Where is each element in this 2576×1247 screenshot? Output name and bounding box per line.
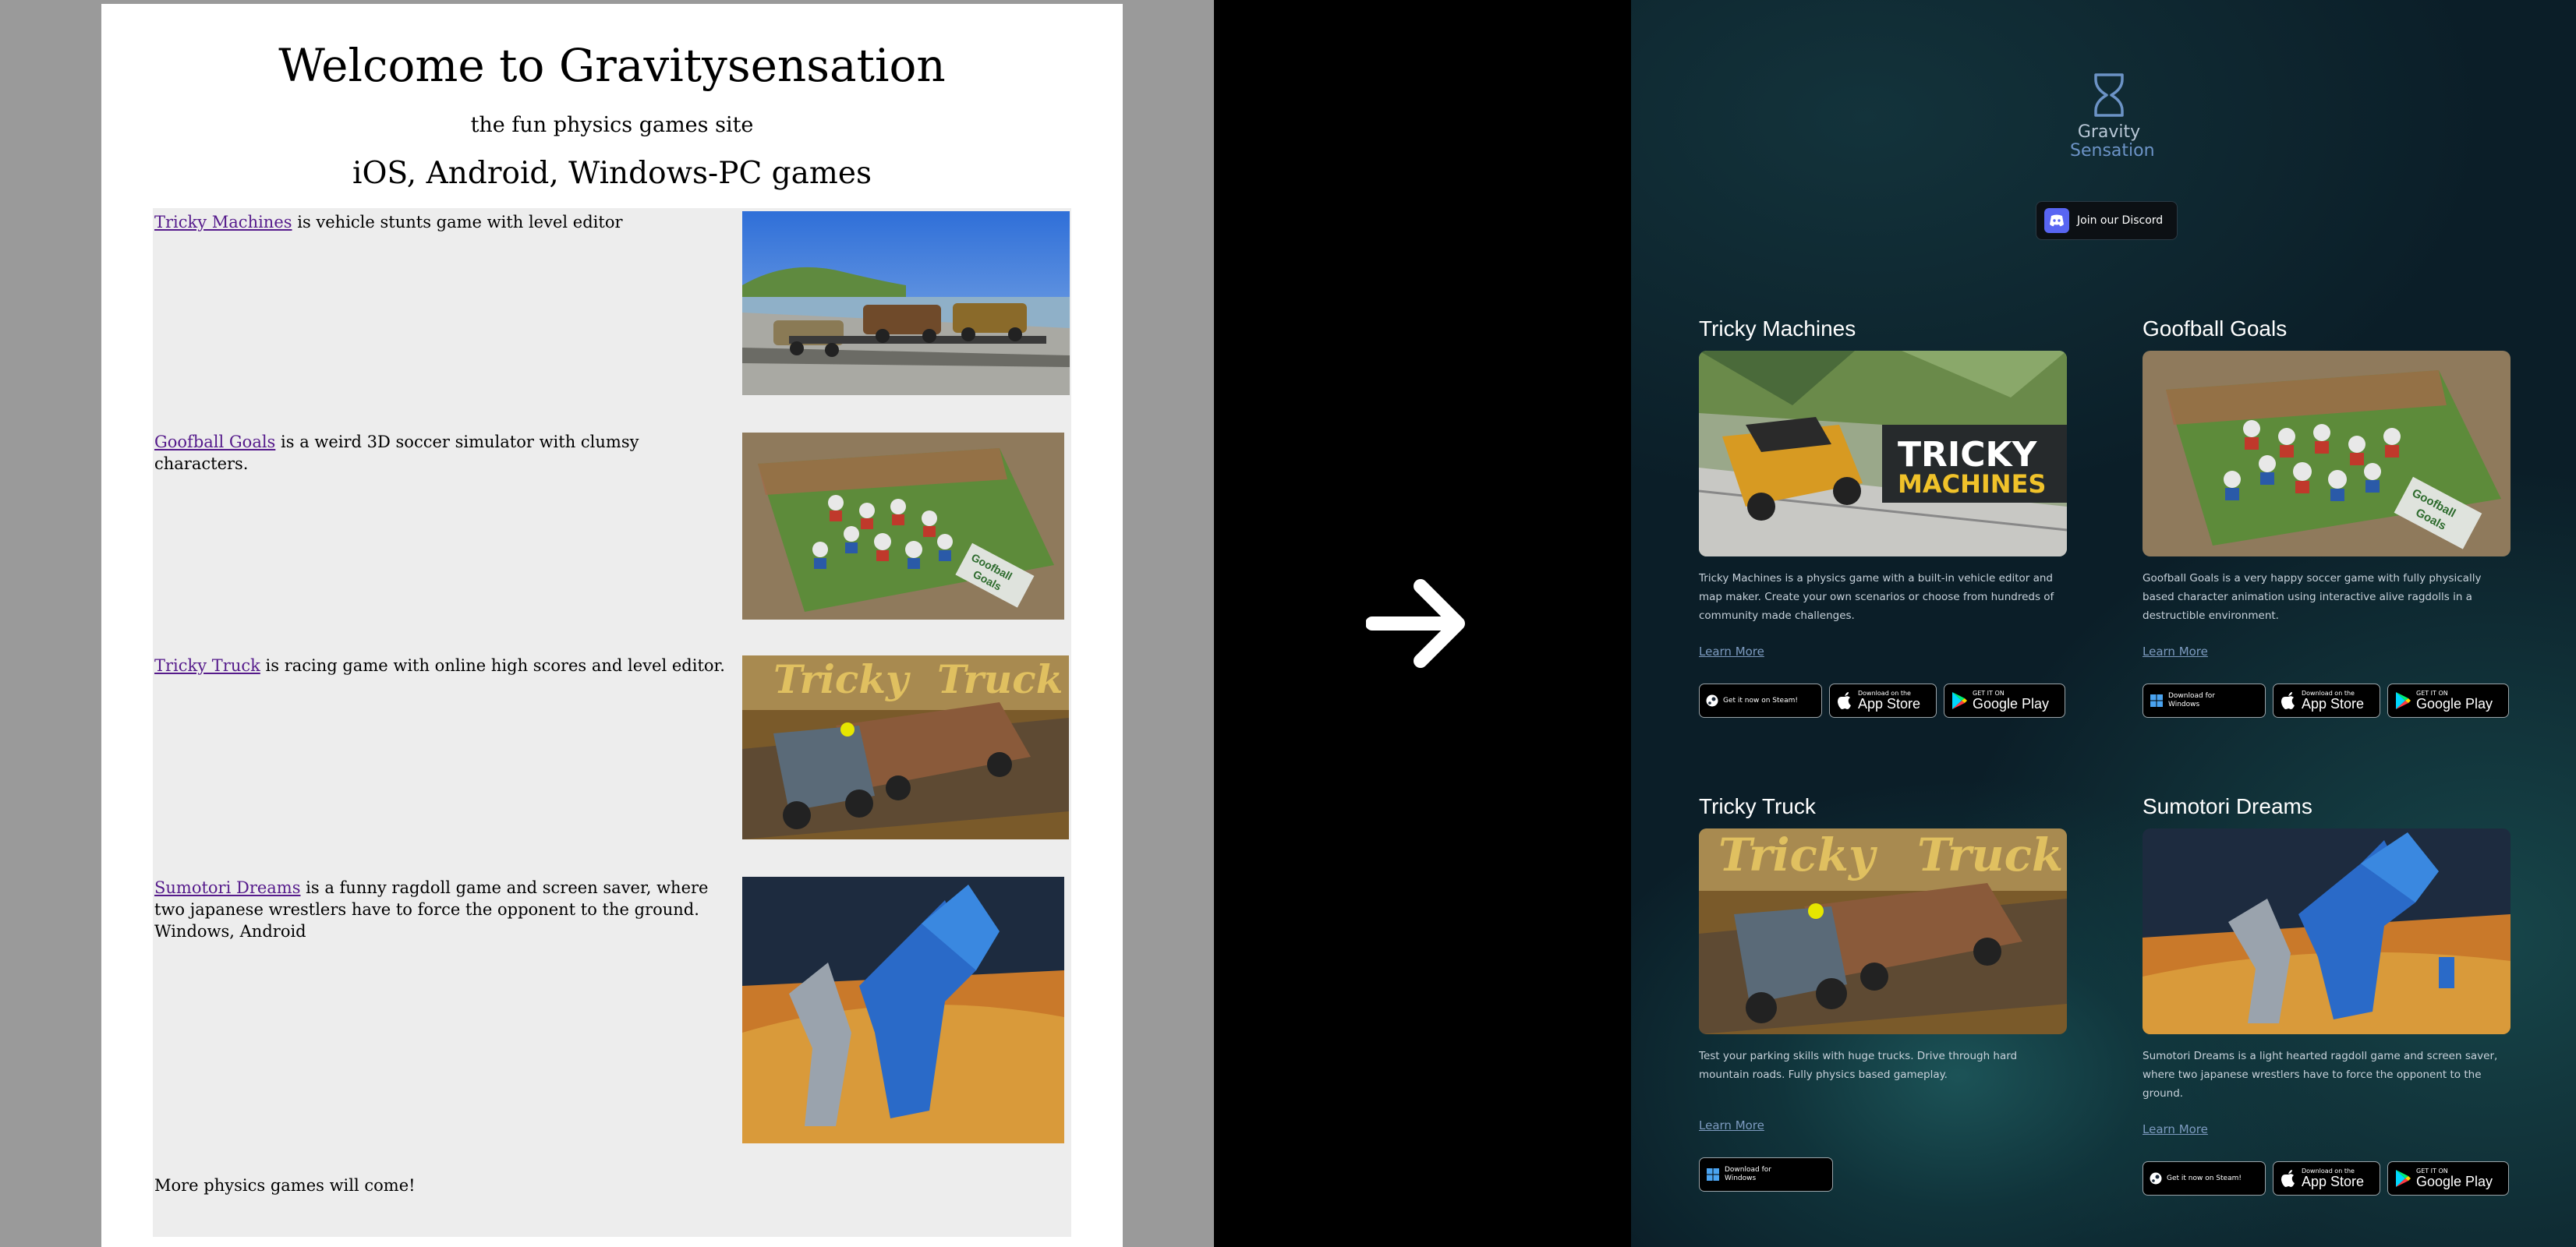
app-store-badge[interactable]: Download on the App Store — [2273, 1161, 2380, 1196]
windows-icon — [1707, 1168, 1719, 1181]
card-description: Tricky Machines is a physics game with a… — [1699, 572, 2054, 622]
old-site-title: Welcome to Gravitysensation — [278, 39, 946, 92]
old-site-platforms: iOS, Android, Windows-PC games — [352, 156, 872, 191]
store-badges: Get it now on Steam! Download on the App … — [1699, 684, 2065, 718]
steam-badge-label: Get it now on Steam! — [1723, 696, 1798, 705]
apple-icon — [1838, 692, 1851, 709]
app-store-big: App Store — [2302, 696, 2365, 712]
card-title: Tricky Machines — [1699, 316, 1856, 341]
learn-more-link[interactable]: Learn More — [1699, 1118, 1764, 1132]
old-link-sumotori-dreams[interactable]: Sumotori Dreams — [154, 878, 301, 897]
old-image-tricky-truck: Tricky Truck — [742, 655, 1069, 839]
old-link-goofball-goals[interactable]: Goofball Goals — [154, 433, 275, 451]
windows-download-badge[interactable]: Download for Windows — [1699, 1157, 1833, 1192]
google-play-icon — [2396, 692, 2411, 709]
steam-icon — [2150, 1172, 2162, 1185]
learn-more-link[interactable]: Learn More — [1699, 645, 1764, 659]
old-site-page: Welcome to Gravitysensation the fun phys… — [101, 4, 1123, 1247]
old-game-platforms: Windows, Android — [154, 922, 306, 941]
card-description: Test your parking skills with huge truck… — [1699, 1050, 2018, 1081]
steam-badge-label: Get it now on Steam! — [2167, 1174, 2242, 1182]
discord-icon — [2044, 208, 2069, 233]
windows-icon — [2150, 694, 2163, 707]
card-title: Goofball Goals — [2143, 316, 2288, 341]
tt-logo-1: Tricky — [1718, 828, 1878, 881]
app-store-badge[interactable]: Download on the App Store — [1829, 684, 1937, 718]
app-store-big: App Store — [1858, 696, 1921, 712]
old-game-row-goofball-goals: Goofball Goals is a weird 3D soccer simu… — [154, 431, 735, 475]
logo-text-gravity: Gravity — [2077, 122, 2141, 142]
old-image-tricky-machines — [742, 211, 1070, 395]
discord-button[interactable]: Join our Discord — [2036, 201, 2178, 240]
arrow-right-icon — [1366, 579, 1465, 668]
google-play-big: Google Play — [2416, 1174, 2493, 1189]
steam-badge[interactable]: Get it now on Steam! — [2143, 1161, 2266, 1196]
old-game-row-sumotori-dreams: Sumotori Dreams is a funny ragdoll game … — [154, 877, 735, 942]
old-game-desc: is racing game with online high scores a… — [260, 656, 725, 675]
old-image-goofball-goals: Goofball Goals — [742, 433, 1064, 620]
game-card-sumotori-dreams: Sumotori Dreams Sumotori Dreams is a lig… — [2143, 793, 2511, 1199]
old-games-table: Tricky Machines is vehicle stunts game w… — [153, 208, 1071, 1237]
apple-icon — [2281, 692, 2295, 709]
card-image-sumotori-dreams[interactable] — [2143, 828, 2511, 1034]
card-description: Goofball Goals is a very happy soccer ga… — [2143, 572, 2482, 622]
old-truck-logo-1: Tricky — [773, 656, 911, 702]
card-image-tricky-machines[interactable]: TRICKY MACHINES — [1699, 351, 2067, 556]
windows-badge-line1: Download for — [2168, 692, 2215, 700]
google-play-badge[interactable]: GET IT ON Google Play — [2387, 1161, 2509, 1196]
learn-more-link[interactable]: Learn More — [2143, 1122, 2208, 1136]
old-link-tricky-truck[interactable]: Tricky Truck — [154, 656, 260, 675]
google-play-icon — [2396, 1170, 2411, 1187]
tm-logo-text-2: MACHINES — [1898, 469, 2046, 499]
windows-badge-line2: Windows — [2168, 701, 2200, 708]
old-site-subtitle: the fun physics games site — [470, 113, 754, 137]
store-badges: Get it now on Steam! Download on the App … — [2143, 1161, 2509, 1196]
app-store-badge[interactable]: Download on the App Store — [2273, 684, 2380, 718]
google-play-badge[interactable]: GET IT ON Google Play — [1944, 684, 2065, 718]
old-link-tricky-machines[interactable]: Tricky Machines — [154, 213, 292, 231]
discord-button-label: Join our Discord — [2077, 214, 2164, 227]
google-play-icon — [1952, 692, 1967, 709]
old-image-sumotori-dreams — [742, 877, 1064, 1143]
old-truck-logo-2: Truck — [937, 656, 1063, 702]
tt-logo-2: Truck — [1917, 828, 2063, 881]
site-logo[interactable]: Gravity Sensation — [2070, 72, 2155, 161]
windows-badge-line2: Windows — [1725, 1175, 1757, 1182]
google-play-badge[interactable]: GET IT ON Google Play — [2387, 684, 2509, 718]
card-title: Sumotori Dreams — [2143, 794, 2312, 818]
app-store-big: App Store — [2302, 1174, 2365, 1189]
learn-more-link[interactable]: Learn More — [2143, 645, 2208, 659]
google-play-big: Google Play — [1973, 696, 2050, 712]
old-game-row-tricky-machines: Tricky Machines is vehicle stunts game w… — [154, 211, 735, 233]
old-more-games-text: More physics games will come! — [154, 1176, 416, 1195]
old-game-desc: is vehicle stunts game with level editor — [292, 213, 623, 231]
google-play-big: Google Play — [2416, 696, 2493, 712]
card-description: Sumotori Dreams is a light hearted ragdo… — [2143, 1050, 2498, 1100]
new-site: Gravity Sensation Join our Discord Trick… — [1631, 0, 2576, 1247]
steam-badge[interactable]: Get it now on Steam! — [1699, 684, 1822, 718]
store-badges: Download for Windows Download on the App S… — [2143, 684, 2509, 718]
card-image-tricky-truck[interactable]: Tricky Truck — [1699, 828, 2067, 1034]
store-badges: Download for Windows — [1699, 1157, 1833, 1192]
windows-download-badge[interactable]: Download for Windows — [2143, 684, 2266, 718]
apple-icon — [2281, 1170, 2295, 1187]
hourglass-icon — [2094, 73, 2124, 117]
card-title: Tricky Truck — [1699, 794, 1816, 818]
old-game-row-tricky-truck: Tricky Truck is racing game with online … — [154, 655, 735, 676]
card-image-goofball-goals[interactable]: Goofball Goals — [2143, 351, 2511, 556]
logo-text-sensation: Sensation — [2070, 141, 2155, 161]
windows-badge-line1: Download for — [1725, 1166, 1771, 1174]
steam-icon — [1706, 694, 1718, 707]
game-card-goofball-goals: Goofball Goals Goofball Goals Goofball G… — [2143, 316, 2511, 721]
game-card-tricky-machines: Tricky Machines TRICKY MACHINES Tricky M… — [1699, 316, 2067, 721]
game-card-tricky-truck: Tricky Truck Tricky Truck Test your park… — [1699, 793, 2067, 1199]
